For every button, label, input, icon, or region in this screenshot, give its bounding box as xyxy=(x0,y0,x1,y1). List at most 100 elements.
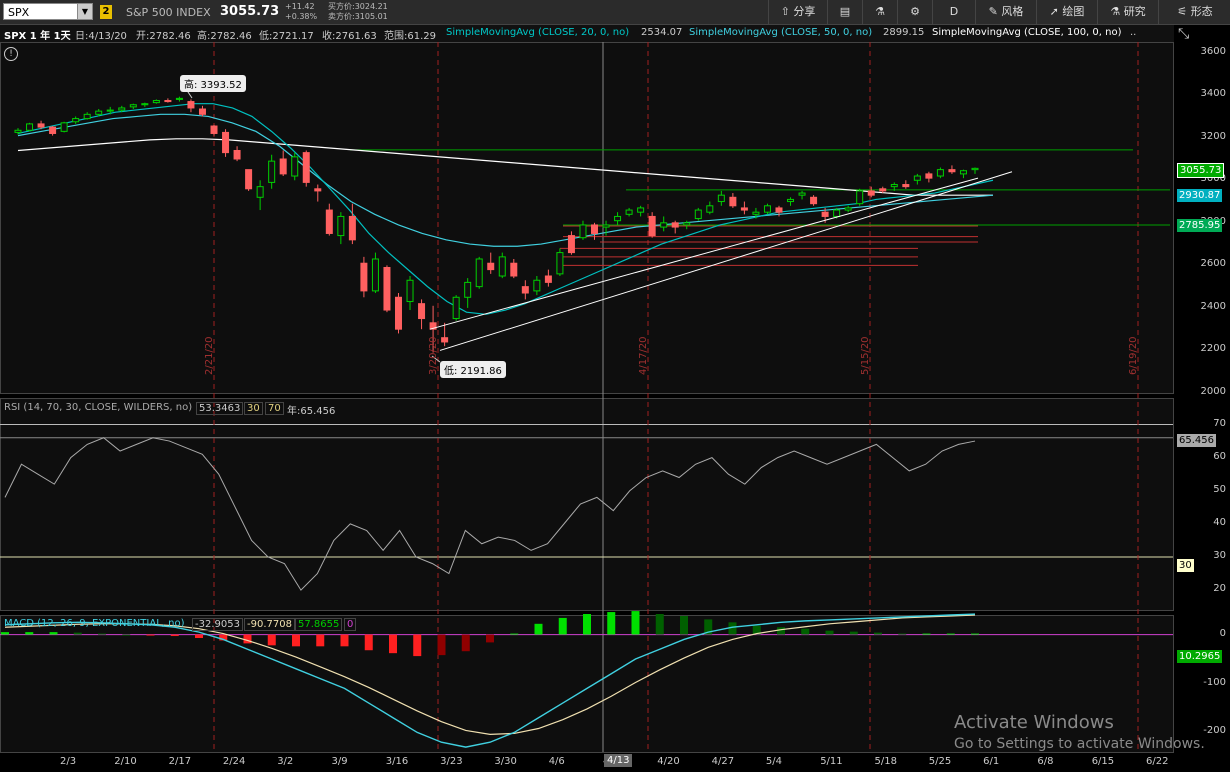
candle-body xyxy=(83,113,91,120)
macd-histogram-bar xyxy=(122,634,131,636)
candle-body xyxy=(371,258,379,292)
alert-icon[interactable]: ! xyxy=(4,47,18,61)
candle-body xyxy=(810,196,818,205)
macd-histogram-bar xyxy=(170,634,179,637)
rsi-tick: 50 xyxy=(1213,483,1226,495)
macd-histogram-bar xyxy=(316,634,325,647)
date-tick: 4/27 xyxy=(711,756,735,767)
candle-body xyxy=(913,175,921,181)
pane-frame xyxy=(0,42,1174,394)
candle-body xyxy=(498,256,506,277)
candle-body xyxy=(890,184,898,188)
macd-histogram-bar xyxy=(946,633,955,635)
price-tick: 2000 xyxy=(1200,386,1226,397)
date-tick: 6/1 xyxy=(983,756,1000,767)
date-tick: 5/25 xyxy=(928,756,952,767)
candle-body xyxy=(60,122,68,132)
macd-histogram-bar xyxy=(146,634,155,636)
candle-body xyxy=(198,108,206,115)
candle-body xyxy=(521,286,529,294)
rsi-year: 年:65.456 xyxy=(287,406,336,417)
date-tick: 5/4 xyxy=(765,756,782,767)
macd-histogram-bar xyxy=(292,634,300,647)
candle-body xyxy=(579,224,587,239)
pane-frame xyxy=(0,398,1174,611)
candle-body xyxy=(775,207,783,213)
macd-value: -32.9053 xyxy=(192,618,243,631)
macd-histogram-bar xyxy=(364,634,373,651)
rsi-tick: 60 xyxy=(1213,450,1226,462)
date-tick: 3/23 xyxy=(440,756,463,767)
candle-body xyxy=(394,296,402,330)
candle-body xyxy=(441,337,449,343)
candle-body xyxy=(740,207,748,211)
candle-body xyxy=(291,156,299,177)
rsi-tick: 70 xyxy=(1213,417,1226,429)
date-tick: 2/24 xyxy=(222,756,246,767)
event-date-label: 4/17/20 xyxy=(638,336,649,375)
date-tick: 2/17 xyxy=(168,756,192,767)
macd-histogram-bar xyxy=(922,633,931,635)
candle-body xyxy=(821,211,829,217)
rsi-oversold: 30 xyxy=(244,402,263,415)
candle-body xyxy=(383,266,391,311)
candle-body xyxy=(406,279,414,303)
candle-body xyxy=(567,235,575,254)
candle-body xyxy=(210,125,218,134)
date-tick: 6/15 xyxy=(1091,756,1115,767)
candle-body xyxy=(49,126,57,134)
chart-canvas[interactable]: 2/21/20 3/20/20 4/17/20 5/15/20 6/19/20 xyxy=(0,0,1230,772)
crosshair-date-tag: 4/13 xyxy=(604,754,633,767)
event-date-label: 2/21/20 xyxy=(204,336,215,375)
candle-body xyxy=(602,224,610,228)
event-date-label: 5/15/20 xyxy=(860,336,871,375)
macd-histogram-bar xyxy=(558,617,567,635)
candle-body xyxy=(648,215,656,237)
price-tick: 2600 xyxy=(1200,258,1226,270)
candle-body xyxy=(902,184,910,188)
rsi-os-tag: 30 xyxy=(1177,559,1194,572)
candle-body xyxy=(302,152,310,183)
date-tick: 4/20 xyxy=(657,756,680,767)
candle-body xyxy=(833,209,841,217)
macd-histogram-bar xyxy=(874,632,882,635)
date-tick: 3/30 xyxy=(494,756,517,767)
price-tick: 3600 xyxy=(1200,45,1226,57)
low-callout: 低: 2191.86 xyxy=(440,361,506,378)
date-tick: 6/22 xyxy=(1146,756,1169,767)
candle-body xyxy=(959,170,967,175)
macd-diff: 57.8655 xyxy=(295,618,343,631)
macd-histogram-bar xyxy=(461,634,470,652)
price-tick: 2200 xyxy=(1200,343,1226,355)
rsi-tick: 40 xyxy=(1213,516,1226,528)
candle-body xyxy=(671,222,679,228)
macd-histogram-bar xyxy=(825,630,834,635)
date-tick: 5/18 xyxy=(874,756,897,767)
macd-histogram-bar xyxy=(243,634,252,644)
candle-body xyxy=(729,196,737,207)
candle-body xyxy=(152,100,160,104)
rsi-label: RSI (14, 70, 30, CLOSE, WILDERS, no) xyxy=(4,402,193,413)
candle-body xyxy=(418,303,426,320)
candle-body xyxy=(106,109,114,112)
candle-body xyxy=(487,262,495,271)
candle-body xyxy=(625,209,633,215)
candle-body xyxy=(683,222,691,226)
macd-histogram-bar xyxy=(49,632,58,635)
candle-body xyxy=(279,158,287,175)
candle-body xyxy=(591,224,599,234)
rsi-tick: 30 xyxy=(1213,550,1226,561)
candle-body xyxy=(510,262,518,277)
candle-body xyxy=(787,198,795,203)
macd-histogram-bar xyxy=(680,615,688,635)
candle-body xyxy=(337,215,345,237)
candle-body xyxy=(763,205,771,213)
candle-body xyxy=(752,211,760,215)
macd-histogram-bar xyxy=(631,611,640,635)
watermark-line1: Activate Windows xyxy=(954,712,1114,733)
candle-body xyxy=(222,131,230,154)
macd-histogram-bar xyxy=(195,634,203,638)
price-tick: 3200 xyxy=(1200,130,1226,142)
candle-body xyxy=(533,279,541,292)
date-tick: 3/16 xyxy=(385,756,409,767)
